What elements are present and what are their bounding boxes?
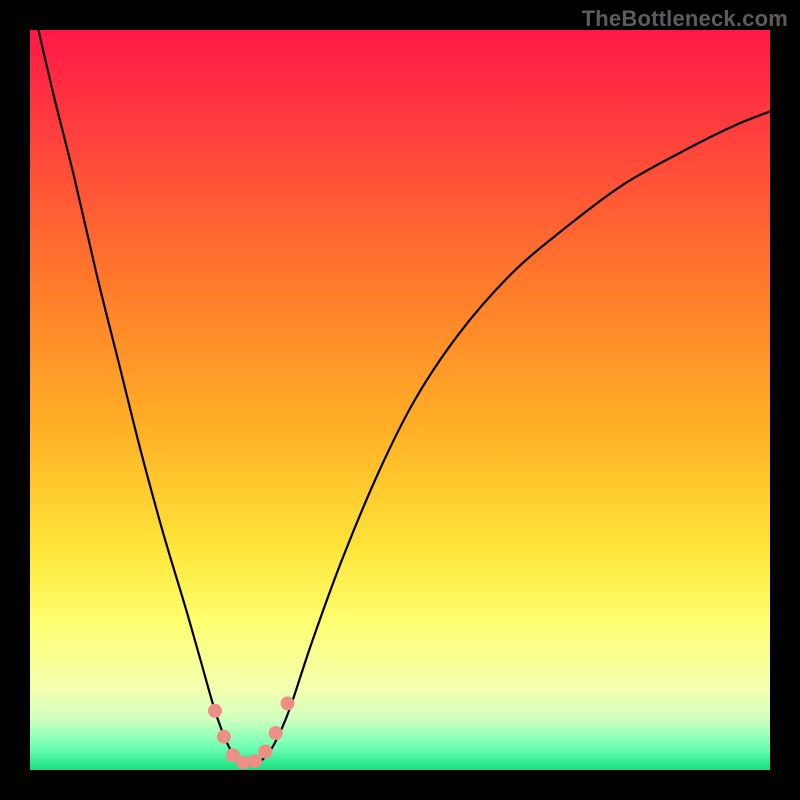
dot [208,704,222,718]
dot [269,726,283,740]
dot [217,730,231,744]
dot [236,756,250,770]
bottleneck-curve [30,30,770,765]
curve-layer [30,30,770,770]
chart-frame: TheBottleneck.com [0,0,800,800]
dot [281,696,295,710]
bottom-dots-group [208,696,295,769]
dot [248,754,262,768]
dot [258,745,272,759]
plot-area [30,30,770,770]
watermark-text: TheBottleneck.com [582,6,788,32]
